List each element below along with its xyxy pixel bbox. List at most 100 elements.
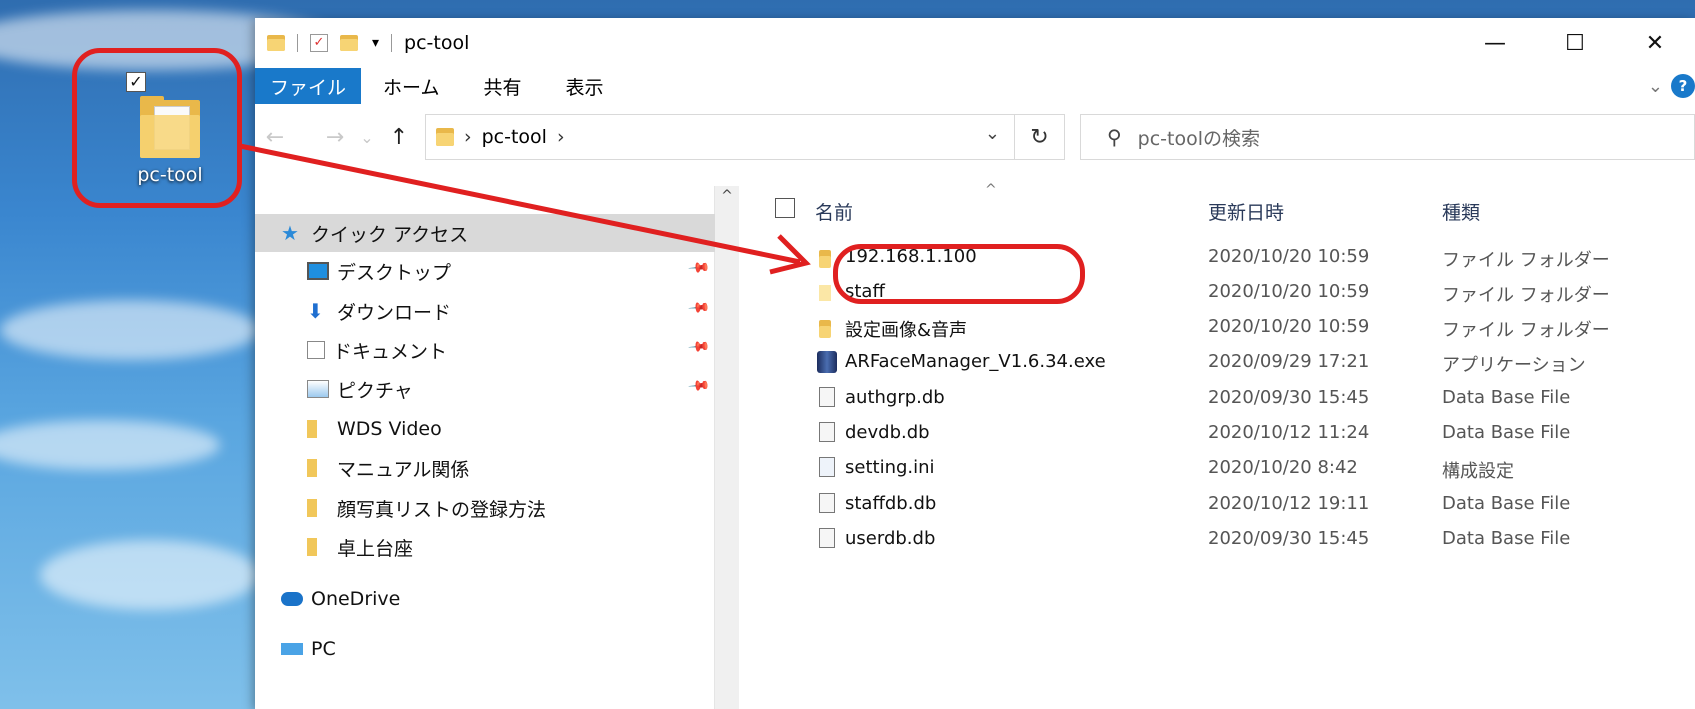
folder-icon [307,499,317,517]
nav-item-quick-access[interactable]: ★ クイック アクセス [255,214,715,252]
file-name: 設定画像&音声 [845,320,968,341]
nav-item-label: デスクトップ [337,261,452,284]
pictures-icon [307,380,329,398]
recent-locations-chevron-icon[interactable]: ⌄ [351,128,383,147]
tab-file[interactable]: ファイル [255,68,362,104]
exe-icon [817,351,837,373]
pin-icon[interactable]: 📌 [686,256,710,279]
folder-icon [307,459,317,477]
scroll-up-icon[interactable]: ^ [715,186,739,204]
nav-item-label: 顔写真リストの登録方法 [337,498,547,521]
title-bar: ✓ ▾ pc-tool — ☐ ✕ [255,18,1695,68]
breadcrumb-separator-icon[interactable]: › [557,126,565,148]
ribbon-tabs: ファイル ホーム 共有 表示 ⌄ ? [255,68,1695,104]
db-file-icon [817,387,837,407]
breadcrumb-separator-icon[interactable]: › [464,126,472,148]
folder-icon [307,420,317,438]
breadcrumb-pc-tool[interactable]: pc-tool [482,126,547,148]
tab-home[interactable]: ホーム [361,73,461,100]
refresh-icon[interactable]: ↻ [1015,114,1065,160]
file-type: Data Base File [1442,493,1571,514]
folder-icon [817,318,837,338]
properties-check-icon[interactable]: ✓ [310,34,328,52]
file-date: 2020/09/30 15:45 [1208,387,1370,408]
table-row[interactable]: devdb.db 2020/10/12 11:24 Data Base File [745,416,1695,451]
nav-item-label: ドキュメント [333,340,448,363]
documents-icon [307,341,325,359]
column-header-row: ^ 名前 更新日時 種類 [745,182,1695,232]
nav-item-pictures[interactable]: ピクチャ 📌 [255,370,715,408]
pin-icon[interactable]: 📌 [686,296,710,319]
sort-indicator-icon: ^ [985,182,997,198]
nav-item-label: 卓上台座 [337,537,414,560]
column-header-date[interactable]: 更新日時 [1208,198,1284,225]
nav-item-onedrive[interactable]: OneDrive [255,580,715,618]
table-row[interactable]: 設定画像&音声 2020/10/20 10:59 ファイル フォルダー [745,310,1695,345]
file-type: ファイル フォルダー [1442,320,1610,341]
nav-item-wds-video[interactable]: WDS Video [255,410,715,448]
column-header-name[interactable]: 名前 [815,198,853,225]
nav-item-label: PC [311,638,336,660]
pin-icon[interactable]: 📌 [686,335,710,358]
explorer-window: ✓ ▾ pc-tool — ☐ ✕ ファイル ホーム 共有 表示 ⌄ ? ← →… [255,18,1695,709]
qa-dropdown-icon[interactable]: ▾ [372,35,379,51]
file-date: 2020/10/20 10:59 [1208,316,1370,337]
file-name: devdb.db [845,422,930,443]
tab-share[interactable]: 共有 [461,73,543,100]
file-type: 構成設定 [1442,461,1514,482]
nav-item-desk-stand[interactable]: 卓上台座 [255,528,715,566]
maximize-button[interactable]: ☐ [1535,18,1615,68]
file-name: ARFaceManager_V1.6.34.exe [845,351,1106,372]
table-row[interactable]: authgrp.db 2020/09/30 15:45 Data Base Fi… [745,381,1695,416]
column-header-type[interactable]: 種類 [1442,198,1480,225]
pin-icon[interactable]: 📌 [686,374,710,397]
folder-icon [267,35,285,51]
file-type: Data Base File [1442,387,1571,408]
back-arrow-icon[interactable]: ← [259,125,291,150]
download-arrow-icon: ⬇ [307,299,324,323]
onedrive-cloud-icon [281,592,303,606]
nav-item-face-photo-list[interactable]: 顔写真リストの登録方法 [255,489,715,527]
file-name: staffdb.db [845,493,937,514]
close-button[interactable]: ✕ [1615,18,1695,68]
nav-item-pc[interactable]: PC [255,630,715,668]
file-date: 2020/10/20 10:59 [1208,281,1370,302]
forward-arrow-icon[interactable]: → [319,125,351,150]
file-name: userdb.db [845,528,936,549]
nav-item-downloads[interactable]: ⬇ ダウンロード 📌 [255,292,715,330]
nav-item-documents[interactable]: ドキュメント 📌 [255,331,715,369]
nav-item-label: マニュアル関係 [337,458,470,481]
table-row[interactable]: userdb.db 2020/09/30 15:45 Data Base Fil… [745,522,1695,557]
table-row[interactable]: setting.ini 2020/10/20 8:42 構成設定 [745,451,1695,486]
new-folder-icon[interactable] [340,35,358,51]
cloud [0,420,220,470]
star-icon: ★ [281,221,299,245]
nav-item-manual[interactable]: マニュアル関係 [255,449,715,487]
address-dropdown-chevron-icon[interactable]: ⌄ [985,123,1000,144]
help-icon[interactable]: ? [1671,74,1695,98]
minimize-button[interactable]: — [1455,18,1535,68]
table-row[interactable]: staffdb.db 2020/10/12 19:11 Data Base Fi… [745,487,1695,522]
search-input[interactable]: ⚲ pc-toolの検索 [1080,114,1695,160]
annotation-highlight-desktop-icon [72,48,242,208]
table-row[interactable]: ARFaceManager_V1.6.34.exe 2020/09/29 17:… [745,345,1695,380]
nav-item-label: クイック アクセス [311,223,469,246]
file-name: authgrp.db [845,387,945,408]
select-all-checkbox[interactable] [775,198,795,218]
file-type: Data Base File [1442,422,1571,443]
file-date: 2020/10/20 10:59 [1208,246,1370,267]
file-date: 2020/09/30 15:45 [1208,528,1370,549]
tab-view[interactable]: 表示 [543,73,625,100]
file-type: ファイル フォルダー [1442,285,1610,306]
nav-item-desktop[interactable]: デスクトップ 📌 [255,252,715,290]
search-icon: ⚲ [1107,125,1122,149]
ribbon-expand-icon[interactable]: ⌄ [1648,76,1663,97]
file-date: 2020/10/20 8:42 [1208,457,1358,478]
address-bar[interactable]: › pc-tool › ⌄ [425,114,1015,160]
db-file-icon [817,528,837,548]
navigation-pane: ★ クイック アクセス デスクトップ 📌 ⬇ ダウンロード 📌 ドキュメント 📌… [255,186,715,709]
up-arrow-icon[interactable]: ↑ [383,125,415,150]
nav-pane-scrollbar[interactable]: ^ [715,186,739,709]
quick-access-toolbar: ✓ ▾ [267,34,396,52]
file-type: ファイル フォルダー [1442,250,1610,271]
